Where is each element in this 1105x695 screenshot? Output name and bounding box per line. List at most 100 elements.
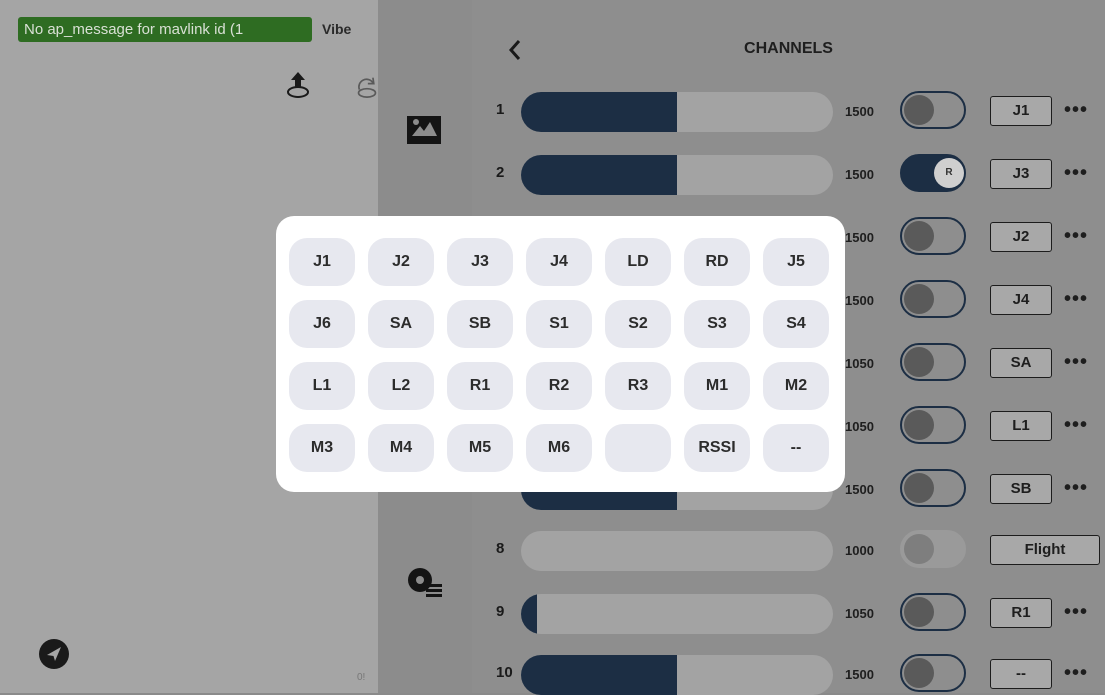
picker-option[interactable]: M3 bbox=[289, 424, 355, 472]
channel-reverse-toggle[interactable]: R bbox=[900, 154, 966, 192]
channel-value: 1500 bbox=[845, 167, 874, 182]
channel-level-fill bbox=[521, 655, 677, 695]
channel-level-bar bbox=[521, 92, 833, 132]
picker-option[interactable]: M6 bbox=[526, 424, 592, 472]
more-options-icon[interactable]: ••• bbox=[1064, 478, 1088, 498]
channel-reverse-toggle[interactable] bbox=[900, 654, 966, 692]
channel-assign-button[interactable]: L1 bbox=[990, 411, 1052, 441]
picker-option[interactable]: J2 bbox=[368, 238, 434, 286]
picker-option[interactable]: M4 bbox=[368, 424, 434, 472]
channel-reverse-toggle[interactable] bbox=[900, 217, 966, 255]
picker-option[interactable]: J3 bbox=[447, 238, 513, 286]
picker-option[interactable]: R3 bbox=[605, 362, 671, 410]
more-options-icon[interactable]: ••• bbox=[1064, 415, 1088, 435]
send-icon[interactable] bbox=[38, 638, 70, 670]
settings-icon[interactable] bbox=[404, 562, 444, 602]
channel-value: 1500 bbox=[845, 230, 874, 245]
channel-value: 1500 bbox=[845, 482, 874, 497]
more-options-icon[interactable]: ••• bbox=[1064, 163, 1088, 183]
picker-option[interactable]: S2 bbox=[605, 300, 671, 348]
channel-value: 1050 bbox=[845, 356, 874, 371]
picker-option[interactable]: J4 bbox=[526, 238, 592, 286]
channel-row: 8 1000 Flight bbox=[472, 527, 1105, 571]
coordinate-text: 0! bbox=[357, 672, 366, 683]
channel-level-bar bbox=[521, 594, 833, 634]
picker-option[interactable]: M2 bbox=[763, 362, 829, 410]
toggle-knob bbox=[904, 597, 934, 627]
toggle-knob bbox=[904, 284, 934, 314]
channel-reverse-toggle[interactable] bbox=[900, 91, 966, 129]
channel-reverse-toggle[interactable] bbox=[900, 343, 966, 381]
channel-assign-button[interactable]: SB bbox=[990, 474, 1052, 504]
toggle-knob: R bbox=[934, 158, 964, 188]
channel-assign-button[interactable]: SA bbox=[990, 348, 1052, 378]
picker-option[interactable]: SB bbox=[447, 300, 513, 348]
sync-icon[interactable] bbox=[356, 72, 378, 102]
channel-number: 1 bbox=[496, 101, 505, 118]
channel-assign-button[interactable]: R1 bbox=[990, 598, 1052, 628]
channel-value: 1500 bbox=[845, 104, 874, 119]
toggle-knob bbox=[904, 410, 934, 440]
picker-option[interactable]: L1 bbox=[289, 362, 355, 410]
channel-row: 9 1050 R1 ••• bbox=[472, 590, 1105, 634]
picker-option[interactable]: M1 bbox=[684, 362, 750, 410]
channel-assign-button[interactable]: -- bbox=[990, 659, 1052, 689]
channel-value: 1500 bbox=[845, 293, 874, 308]
more-options-icon[interactable]: ••• bbox=[1064, 602, 1088, 622]
channel-assign-button[interactable]: J2 bbox=[990, 222, 1052, 252]
vibe-label[interactable]: Vibe bbox=[322, 21, 351, 37]
channel-row: 2 1500 R J3 ••• bbox=[472, 151, 1105, 195]
more-options-icon[interactable]: ••• bbox=[1064, 352, 1088, 372]
picker-option[interactable]: S4 bbox=[763, 300, 829, 348]
channel-assign-button[interactable]: J1 bbox=[990, 96, 1052, 126]
more-options-icon[interactable]: ••• bbox=[1064, 289, 1088, 309]
channel-reverse-toggle[interactable] bbox=[900, 469, 966, 507]
channel-assign-button[interactable]: J3 bbox=[990, 159, 1052, 189]
channel-row: 10 1500 -- ••• bbox=[472, 651, 1105, 695]
channel-reverse-toggle[interactable] bbox=[900, 406, 966, 444]
picker-option[interactable]: L2 bbox=[368, 362, 434, 410]
picker-option[interactable]: LD bbox=[605, 238, 671, 286]
more-options-icon[interactable]: ••• bbox=[1064, 226, 1088, 246]
picker-option[interactable]: SA bbox=[368, 300, 434, 348]
toggle-knob bbox=[904, 658, 934, 688]
picker-option[interactable] bbox=[605, 424, 671, 472]
channel-level-fill bbox=[521, 594, 537, 634]
toggle-knob bbox=[904, 221, 934, 251]
picker-option[interactable]: M5 bbox=[447, 424, 513, 472]
picker-option[interactable]: R2 bbox=[526, 362, 592, 410]
picker-option[interactable]: R1 bbox=[447, 362, 513, 410]
picker-option[interactable]: S1 bbox=[526, 300, 592, 348]
more-options-icon[interactable]: ••• bbox=[1064, 100, 1088, 120]
channel-assign-button[interactable]: J4 bbox=[990, 285, 1052, 315]
toggle-knob bbox=[904, 95, 934, 125]
picker-option[interactable]: J6 bbox=[289, 300, 355, 348]
channel-row: 1 1500 J1 ••• bbox=[472, 88, 1105, 132]
channels-title: CHANNELS bbox=[744, 40, 833, 57]
channel-source-picker: J1 J2 J3 J4 LD RD J5 J6 SA SB S1 S2 S3 S4 L1 L2 R1 R2 R3 M1… bbox=[276, 216, 845, 492]
toggle-knob bbox=[904, 473, 934, 503]
channel-value: 1000 bbox=[845, 543, 874, 558]
picker-option[interactable]: J5 bbox=[763, 238, 829, 286]
picker-option[interactable]: J1 bbox=[289, 238, 355, 286]
channel-number: 8 bbox=[496, 540, 505, 557]
camera-icon[interactable] bbox=[404, 110, 444, 150]
picker-option[interactable]: -- bbox=[763, 424, 829, 472]
channel-reverse-toggle[interactable] bbox=[900, 280, 966, 318]
channel-level-bar bbox=[521, 655, 833, 695]
more-options-icon[interactable]: ••• bbox=[1064, 663, 1088, 683]
status-message: No ap_message for mavlink id (1 bbox=[18, 16, 312, 42]
channel-level-bar bbox=[521, 155, 833, 195]
channel-reverse-toggle bbox=[900, 530, 966, 568]
upload-icon[interactable] bbox=[285, 70, 311, 100]
picker-option[interactable]: RD bbox=[684, 238, 750, 286]
channel-reverse-toggle[interactable] bbox=[900, 593, 966, 631]
toggle-knob bbox=[904, 347, 934, 377]
channel-number: 9 bbox=[496, 603, 505, 620]
picker-option[interactable]: S3 bbox=[684, 300, 750, 348]
channel-value: 1050 bbox=[845, 606, 874, 621]
channel-number: 2 bbox=[496, 164, 505, 181]
channel-level-bar bbox=[521, 531, 833, 571]
picker-option[interactable]: RSSI bbox=[684, 424, 750, 472]
channel-assign-button[interactable]: Flight bbox=[990, 535, 1100, 565]
